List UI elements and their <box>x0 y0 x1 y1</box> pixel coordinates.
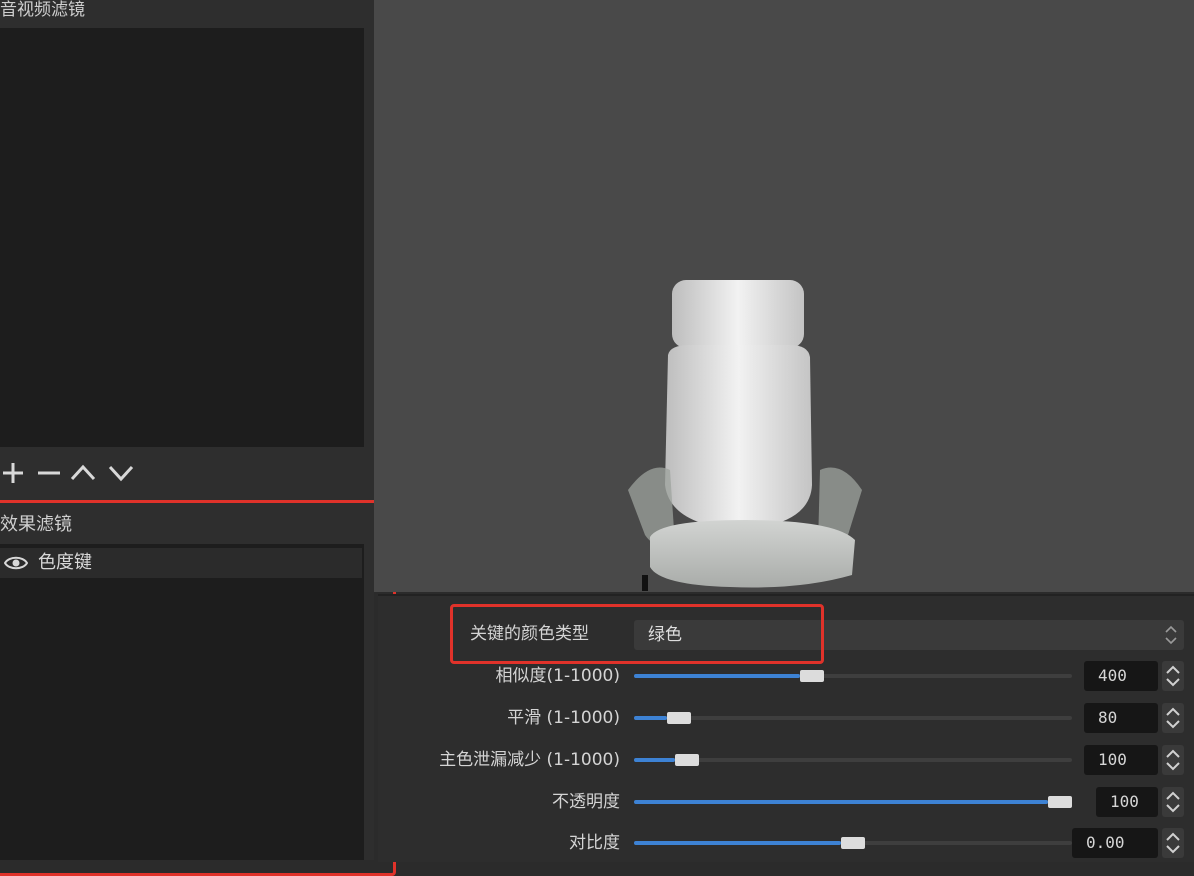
spinbox-arrows-icon[interactable] <box>1162 661 1184 691</box>
spinbox-arrows-icon[interactable] <box>1162 703 1184 733</box>
slider-track[interactable] <box>634 758 1072 762</box>
value-spinbox[interactable]: 400 <box>1084 661 1158 691</box>
slider-fill <box>634 800 1048 804</box>
value-spinbox[interactable]: 0.00 <box>1072 828 1158 858</box>
slider-fill <box>634 674 800 678</box>
value-spinbox[interactable]: 100 <box>1096 787 1158 817</box>
chevron-down-icon[interactable] <box>108 458 134 488</box>
chevron-up-icon[interactable] <box>70 458 96 488</box>
spinbox-arrows-icon[interactable] <box>1162 828 1184 858</box>
audio-video-filters-header: 音视频滤镜 <box>0 0 85 20</box>
slider-handle[interactable] <box>1048 796 1072 808</box>
value-spinbox[interactable]: 100 <box>1084 745 1158 775</box>
plus-icon[interactable] <box>0 458 26 488</box>
slider-handle[interactable] <box>841 837 865 849</box>
slider-fill <box>634 758 676 762</box>
slider-label: 平滑 (1-1000) <box>507 708 620 728</box>
slider-fill <box>634 841 841 845</box>
value-spinbox[interactable]: 80 <box>1084 703 1158 733</box>
select-arrows-icon[interactable] <box>1158 620 1184 650</box>
slider-label: 相似度(1-1000) <box>495 666 620 686</box>
slider-label: 对比度 <box>569 833 620 853</box>
slider-fill <box>634 716 668 720</box>
slider-track[interactable] <box>634 716 1072 720</box>
preview-chair-image <box>620 275 870 595</box>
slider-handle[interactable] <box>675 754 700 766</box>
audio-video-filters-list[interactable] <box>0 28 364 447</box>
spinbox-arrows-icon[interactable] <box>1162 745 1184 775</box>
slider-label: 不透明度 <box>552 792 620 812</box>
spinbox-arrows-icon[interactable] <box>1162 787 1184 817</box>
minus-icon[interactable] <box>36 458 62 488</box>
slider-handle[interactable] <box>799 670 824 682</box>
highlight-box-effect-filters <box>0 500 396 876</box>
slider-label: 主色泄漏减少 (1-1000) <box>439 750 620 770</box>
highlight-box-key-color-type <box>450 604 824 664</box>
slider-handle[interactable] <box>667 712 692 724</box>
